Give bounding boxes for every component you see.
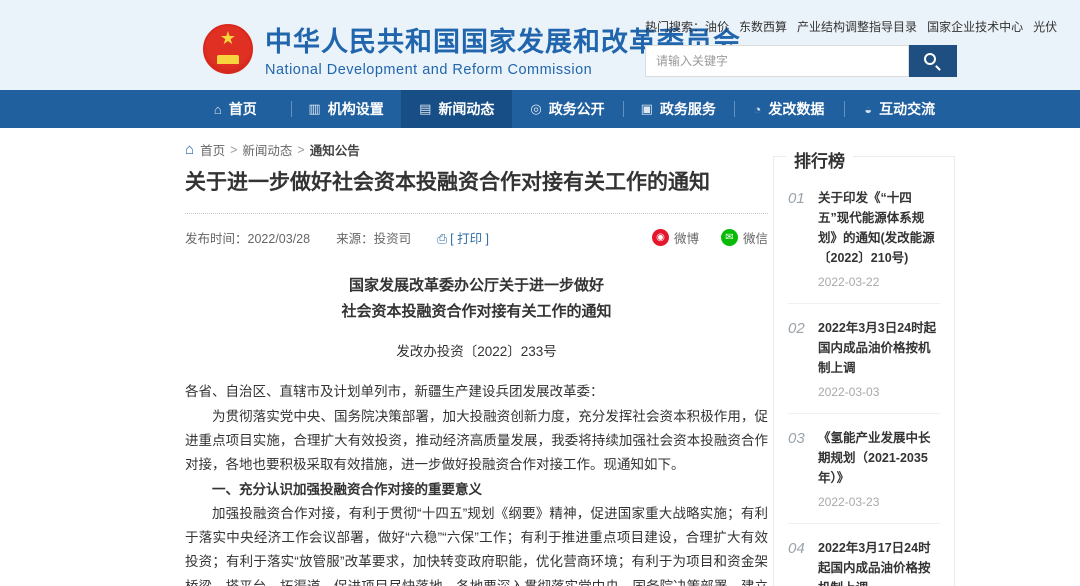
- nav-item-gov-disclosure[interactable]: ◎ 政务公开: [512, 90, 623, 128]
- search-input[interactable]: [645, 45, 909, 77]
- nav-item-organization[interactable]: ▥ 机构设置: [291, 90, 402, 128]
- rank-item-link[interactable]: 《氢能产业发展中长期规划（2021-2035 年）》: [818, 428, 940, 488]
- home-icon: ⌂: [185, 141, 194, 158]
- nav-item-ndrc-data[interactable]: ◔ 发改数据: [734, 90, 845, 128]
- article: 关于进一步做好社会资本投融资合作对接有关工作的通知 发布时间：2022/03/2…: [185, 168, 768, 586]
- publish-time-value: 2022/03/28: [248, 232, 311, 246]
- emblem-star-icon: ★: [205, 28, 251, 48]
- emblem-gate-shape: [217, 55, 239, 64]
- search-icon: [924, 53, 936, 65]
- search-button[interactable]: [909, 45, 957, 77]
- article-meta: 发布时间：2022/03/28 来源：投资司 ⎙[ 打印 ] ◉ 微博 ✉ 微信: [185, 228, 768, 247]
- nav-label: 机构设置: [328, 99, 384, 119]
- source-value: 投资司: [374, 232, 412, 246]
- breadcrumb-separator: >: [297, 143, 304, 157]
- weibo-icon: ◉: [652, 229, 669, 246]
- rank-number: 01: [788, 188, 818, 289]
- print-button[interactable]: ⎙[ 打印 ]: [437, 228, 489, 247]
- publish-time: 发布时间：2022/03/28: [185, 228, 310, 247]
- rank-item-link[interactable]: 2022年3月17日24时起国内成品油价格按机制上调: [818, 538, 940, 586]
- broadcast-icon: ◎: [530, 101, 541, 117]
- document-icon: ▣: [641, 101, 653, 117]
- main-nav: ⌂ 首页 ▥ 机构设置 ▤ 新闻动态 ◎ 政务公开 ▣ 政务服务 ◔ 发改数据 …: [0, 90, 1080, 128]
- hot-search-term[interactable]: 产业结构调整指导目录: [797, 20, 917, 34]
- rank-item-link[interactable]: 2022年3月3日24时起国内成品油价格按机制上调: [818, 318, 940, 378]
- list-item: 01 关于印发《“十四五”现代能源体系规划》的通知(发改能源〔2022〕210号…: [788, 182, 940, 303]
- nav-label: 发改数据: [768, 99, 824, 119]
- rank-item-date: 2022-03-03: [818, 385, 940, 399]
- national-emblem-icon: ★: [203, 24, 253, 74]
- list-item: 03 《氢能产业发展中长期规划（2021-2035 年）》 2022-03-23: [788, 413, 940, 523]
- article-section-heading: 一、充分认识加强投融资合作对接的重要意义: [185, 478, 768, 502]
- rank-number: 03: [788, 428, 818, 509]
- nav-item-home[interactable]: ⌂ 首页: [180, 90, 291, 128]
- content-area: ⌂ 首页 > 新闻动态 > 通知公告 关于进一步做好社会资本投融资合作对接有关工…: [0, 128, 1080, 586]
- breadcrumb: ⌂ 首页 > 新闻动态 > 通知公告: [185, 140, 360, 159]
- document-title: 国家发展改革委办公厅关于进一步做好 社会资本投融资合作对接有关工作的通知: [185, 273, 768, 324]
- print-icon: ⎙: [437, 232, 447, 246]
- nav-item-gov-services[interactable]: ▣ 政务服务: [623, 90, 734, 128]
- home-icon: ⌂: [214, 102, 222, 117]
- share-wechat-label: 微信: [743, 228, 768, 247]
- ranking-panel: 排行榜 01 关于印发《“十四五”现代能源体系规划》的通知(发改能源〔2022〕…: [773, 156, 955, 586]
- news-icon: ▤: [419, 101, 431, 117]
- document-title-line2: 社会资本投融资合作对接有关工作的通知: [185, 299, 768, 325]
- print-label: [ 打印 ]: [450, 232, 489, 246]
- article-paragraph: 为贯彻落实党中央、国务院决策部署，加大投融资创新力度，充分发挥社会资本积极作用，…: [185, 405, 768, 478]
- document-title-line1: 国家发展改革委办公厅关于进一步做好: [185, 273, 768, 299]
- nav-label: 互动交流: [879, 99, 935, 119]
- publish-time-label: 发布时间：: [185, 232, 248, 246]
- hot-search-term[interactable]: 油价: [705, 20, 729, 34]
- share-weibo-label: 微博: [674, 228, 699, 247]
- list-item: 02 2022年3月3日24时起国内成品油价格按机制上调 2022-03-03: [788, 303, 940, 413]
- institution-icon: ▥: [308, 101, 320, 117]
- rank-number: 02: [788, 318, 818, 399]
- nav-label: 政务服务: [660, 99, 716, 119]
- rank-item-date: 2022-03-22: [818, 275, 940, 289]
- breadcrumb-news[interactable]: 新闻动态: [242, 140, 292, 159]
- hot-search-term[interactable]: 国家企业技术中心: [927, 20, 1023, 34]
- nav-item-news[interactable]: ▤ 新闻动态: [401, 90, 512, 128]
- nav-label: 新闻动态: [438, 99, 494, 119]
- article-source: 来源：投资司: [336, 228, 411, 247]
- nav-label: 首页: [229, 99, 257, 119]
- article-paragraph: 加强投融资合作对接，有利于贯彻“十四五”规划《纲要》精神，促进国家重大战略实施；…: [185, 502, 768, 586]
- rank-number: 04: [788, 538, 818, 586]
- rank-item-link[interactable]: 关于印发《“十四五”现代能源体系规划》的通知(发改能源〔2022〕210号): [818, 188, 940, 268]
- nav-item-interaction[interactable]: ◒ 互动交流: [844, 90, 955, 128]
- rank-item-date: 2022-03-23: [818, 495, 940, 509]
- share-weibo-button[interactable]: ◉ 微博: [652, 228, 699, 247]
- document-number: 发改办投资〔2022〕233号: [185, 340, 768, 360]
- list-item: 04 2022年3月17日24时起国内成品油价格按机制上调 2022-03-17: [788, 523, 940, 586]
- share-wechat-button[interactable]: ✉ 微信: [721, 228, 768, 247]
- breadcrumb-separator: >: [230, 143, 237, 157]
- hot-search-term[interactable]: 东数西算: [739, 20, 787, 34]
- site-header: ★ 中华人民共和国国家发展和改革委员会 National Development…: [0, 0, 1080, 90]
- breadcrumb-current: 通知公告: [310, 140, 360, 159]
- pie-chart-icon: ◔: [754, 102, 762, 117]
- breadcrumb-home[interactable]: 首页: [200, 140, 225, 159]
- nav-label: 政务公开: [549, 99, 605, 119]
- hot-search-label: 热门搜索：: [645, 20, 705, 34]
- page-title: 关于进一步做好社会资本投融资合作对接有关工作的通知: [185, 168, 768, 214]
- hot-search-bar: 热门搜索：油价东数西算产业结构调整指导目录国家企业技术中心光伏: [645, 18, 957, 35]
- hot-search-term[interactable]: 光伏: [1033, 20, 1057, 34]
- wechat-icon: ✉: [721, 229, 738, 246]
- chat-icon: ◒: [864, 102, 872, 117]
- source-label: 来源：: [336, 232, 374, 246]
- ranking-panel-title: 排行榜: [786, 147, 853, 172]
- article-body: 各省、自治区、直辖市及计划单列市，新疆生产建设兵团发展改革委： 为贯彻落实党中央…: [185, 380, 768, 586]
- article-paragraph: 各省、自治区、直辖市及计划单列市，新疆生产建设兵团发展改革委：: [185, 380, 768, 404]
